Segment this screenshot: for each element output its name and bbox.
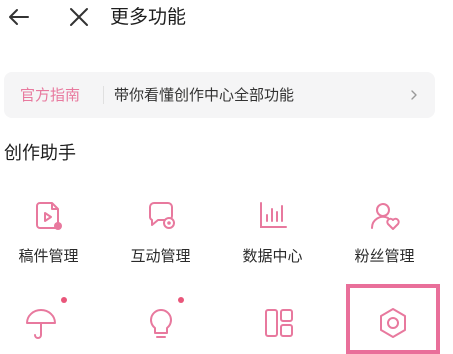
guide-text: 带你看懂创作中心全部功能	[114, 86, 295, 104]
chat-bubble-icon	[148, 202, 175, 229]
tool-manuscript-management[interactable]: 稿件管理	[0, 199, 105, 266]
guide-divider	[103, 86, 104, 104]
umbrella-icon[interactable]	[24, 306, 58, 340]
top-bar: 更多功能	[0, 0, 453, 40]
tool-data-center[interactable]: 数据中心	[216, 199, 329, 266]
notification-badge	[178, 297, 184, 303]
guide-tag: 官方指南	[20, 86, 81, 104]
notification-badge	[61, 297, 67, 303]
layout-grid-icon[interactable]	[262, 306, 296, 340]
chevron-right-icon	[411, 90, 417, 100]
tool-fan-management[interactable]: 粉丝管理	[328, 199, 441, 266]
section-title: 创作助手	[4, 143, 76, 164]
tool-label: 粉丝管理	[354, 247, 415, 265]
tool-label: 互动管理	[130, 247, 191, 265]
official-guide-banner[interactable]: 官方指南 带你看懂创作中心全部功能	[4, 72, 435, 118]
bar-chart-icon	[259, 202, 287, 228]
arrow-left-icon[interactable]	[6, 4, 32, 30]
document-play-icon	[35, 202, 62, 230]
tool-interaction-management[interactable]: 互动管理	[104, 199, 217, 266]
lightbulb-icon[interactable]	[144, 306, 178, 340]
close-x-icon[interactable]	[66, 4, 92, 30]
user-heart-icon	[370, 203, 400, 230]
page-title: 更多功能	[110, 6, 187, 28]
highlight-box	[346, 284, 440, 354]
tool-label: 数据中心	[242, 247, 303, 265]
tool-label: 稿件管理	[18, 247, 79, 265]
